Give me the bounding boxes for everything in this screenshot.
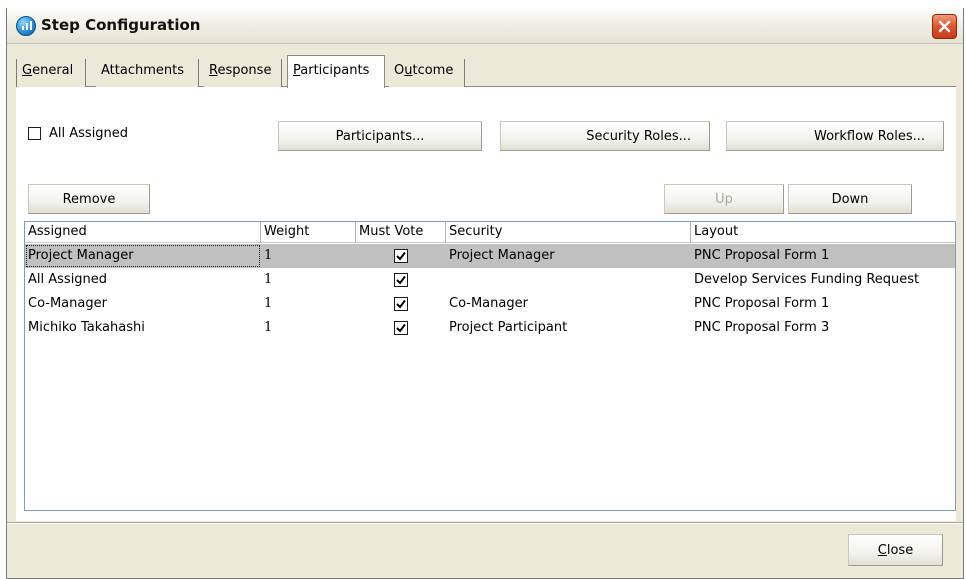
table-row[interactable]: Project Manager 1 Project Manager PNC Pr… bbox=[25, 244, 955, 268]
checkmark-icon bbox=[396, 251, 406, 261]
app-logo-icon bbox=[16, 16, 36, 36]
cell-security: Project Manager bbox=[449, 248, 555, 263]
grid-header: Assigned Weight Must Vote Security Layou… bbox=[25, 222, 955, 243]
column-header-layout[interactable]: Layout bbox=[691, 222, 955, 243]
tab-participants[interactable]: Participants bbox=[287, 55, 385, 88]
checkmark-icon bbox=[396, 299, 406, 309]
cell-weight: 1 bbox=[264, 248, 273, 263]
column-header-must-vote[interactable]: Must Vote bbox=[356, 222, 446, 243]
all-assigned-label: All Assigned bbox=[49, 125, 129, 141]
cell-security: Project Participant bbox=[449, 320, 568, 335]
cell-weight: 1 bbox=[264, 272, 273, 287]
cell-assigned: Michiko Takahashi bbox=[28, 320, 145, 335]
all-assigned-option[interactable]: All Assigned bbox=[28, 124, 128, 142]
cell-weight: 1 bbox=[264, 320, 273, 335]
workflow-roles-button[interactable]: Workflow Roles... bbox=[726, 121, 944, 151]
all-assigned-checkbox[interactable] bbox=[28, 126, 41, 140]
cell-layout: Develop Services Funding Request bbox=[694, 272, 920, 287]
cell-assigned: Project Manager bbox=[25, 244, 261, 268]
tab-general[interactable]: General bbox=[16, 59, 86, 87]
remove-button[interactable]: Remove bbox=[28, 184, 150, 214]
tab-outcome[interactable]: Outcome bbox=[389, 59, 465, 87]
cell-layout: PNC Proposal Form 3 bbox=[694, 320, 830, 335]
table-row[interactable]: Co-Manager 1 Co-Manager PNC Proposal For… bbox=[25, 292, 955, 316]
cell-layout: PNC Proposal Form 1 bbox=[694, 296, 830, 311]
participants-grid[interactable]: Assigned Weight Must Vote Security Layou… bbox=[24, 221, 956, 511]
must-vote-checkbox[interactable] bbox=[394, 273, 408, 287]
tab-attachments[interactable]: Attachments bbox=[96, 59, 199, 87]
tab-response[interactable]: Response bbox=[204, 59, 282, 87]
checkmark-icon bbox=[396, 275, 406, 285]
security-roles-button[interactable]: Security Roles... bbox=[500, 121, 710, 151]
column-header-weight[interactable]: Weight bbox=[261, 222, 356, 243]
footer-divider bbox=[7, 522, 963, 524]
tab-strip: General Attachments Response Participant… bbox=[16, 55, 956, 88]
table-row[interactable]: All Assigned 1 Develop Services Funding … bbox=[25, 268, 955, 292]
cell-layout: PNC Proposal Form 1 bbox=[694, 248, 830, 263]
down-button[interactable]: Down bbox=[788, 184, 912, 214]
column-header-assigned[interactable]: Assigned bbox=[25, 222, 261, 243]
cell-weight: 1 bbox=[264, 296, 273, 311]
table-row[interactable]: Michiko Takahashi 1 Project Participant … bbox=[25, 316, 955, 340]
must-vote-checkbox[interactable] bbox=[394, 321, 408, 335]
up-button[interactable]: Up bbox=[664, 184, 784, 214]
participants-button[interactable]: Participants... bbox=[278, 121, 482, 151]
close-window-button[interactable] bbox=[932, 14, 957, 39]
close-button[interactable]: Close bbox=[848, 534, 943, 566]
must-vote-checkbox[interactable] bbox=[394, 249, 408, 263]
window-title: Step Configuration bbox=[41, 16, 201, 34]
close-icon bbox=[938, 20, 951, 33]
cell-security bbox=[446, 268, 691, 292]
title-bar[interactable]: Step Configuration bbox=[7, 8, 963, 44]
cell-assigned: All Assigned bbox=[28, 272, 108, 287]
checkmark-icon bbox=[396, 323, 406, 333]
cell-security: Co-Manager bbox=[449, 296, 528, 311]
must-vote-checkbox[interactable] bbox=[394, 297, 408, 311]
cell-assigned: Co-Manager bbox=[28, 296, 107, 311]
column-header-security[interactable]: Security bbox=[446, 222, 691, 243]
